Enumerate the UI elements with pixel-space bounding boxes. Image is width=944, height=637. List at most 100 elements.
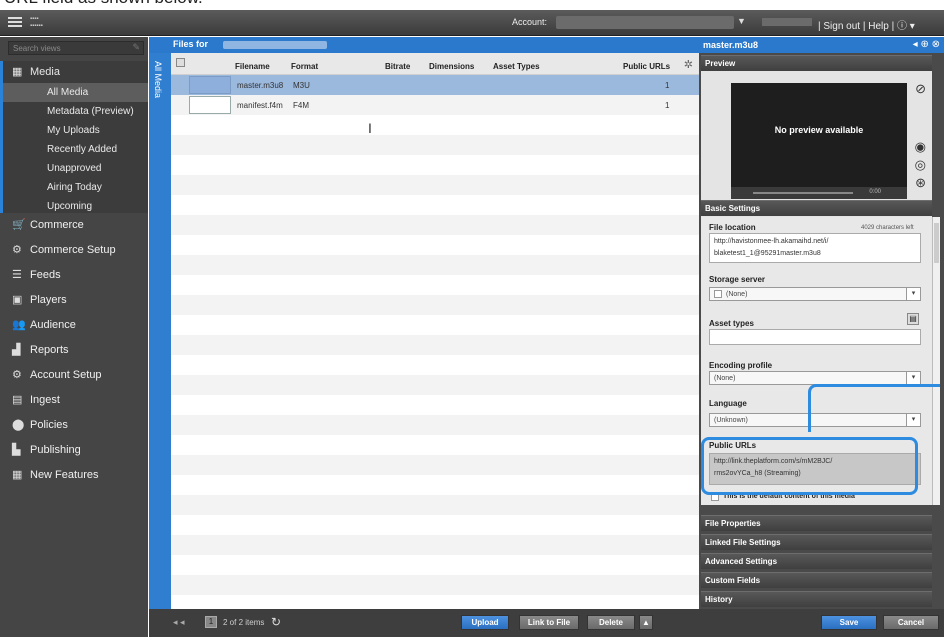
chevron-down-icon[interactable]: ▾	[906, 288, 920, 300]
account-dropdown-icon[interactable]: ▼	[737, 16, 746, 26]
select-all-checkbox[interactable]	[176, 58, 185, 67]
prev-page-icon[interactable]: ◂ ◂	[173, 617, 185, 628]
save-button[interactable]: Save	[821, 615, 877, 630]
cell-format: F4M	[293, 101, 309, 110]
sidebar-item-policies[interactable]: ⬤ Policies	[0, 413, 148, 438]
sidebar-subitem[interactable]: All Media	[3, 83, 148, 102]
asset-types-edit-icon[interactable]: ▤	[907, 313, 919, 325]
encoding-profile-label: Encoding profile	[709, 361, 773, 370]
table-row	[171, 555, 699, 575]
pager-info: 2 of 2 items	[223, 618, 265, 627]
table-row	[171, 295, 699, 315]
table-row	[171, 355, 699, 375]
link-to-file-button[interactable]: Link to File	[519, 615, 579, 630]
more-actions-icon[interactable]: ▲	[639, 615, 653, 630]
player-controls[interactable]: 0:00	[731, 187, 907, 199]
sidebar-subitem[interactable]: Recently Added	[3, 140, 148, 159]
panel-controls-icon[interactable]: ◂ ⊕ ⊗	[913, 39, 940, 50]
cancel-button[interactable]: Cancel	[883, 615, 939, 630]
row-thumbnail	[189, 96, 231, 114]
preview-section-header[interactable]: Preview	[701, 55, 932, 71]
sidebar-media-section: ▦ Media All Media Metadata (Preview) My Upl…	[0, 61, 148, 213]
cart-icon: 🛒	[12, 219, 26, 231]
sidebar-subitem[interactable]: Metadata (Preview)	[3, 102, 148, 121]
text-cursor-icon: I	[368, 120, 372, 136]
files-table: Filename Format Bitrate Dimensions Asset…	[171, 53, 699, 609]
features-icon: ▦	[12, 469, 23, 481]
sidebar-item-account-setup[interactable]: ⚙ Account Setup	[0, 363, 148, 388]
link-thumbnail-icon[interactable]: ⊛	[915, 175, 926, 191]
capture-icon[interactable]: ◉	[915, 139, 926, 155]
sidebar-item-audience[interactable]: 👥 Audience	[0, 313, 148, 338]
account-name	[223, 41, 327, 49]
page-number-input[interactable]: 1	[205, 616, 217, 628]
app-logo: ▪▪▪▪ ▪▪▪▪▪▪	[30, 16, 43, 29]
col-bitrate[interactable]: Bitrate	[385, 62, 410, 71]
section-header[interactable]: History	[701, 591, 932, 607]
upload-thumbnail-icon[interactable]: ◎	[915, 157, 926, 173]
col-asset-types[interactable]: Asset Types	[493, 62, 540, 71]
table-row	[171, 575, 699, 595]
seek-bar[interactable]	[753, 192, 853, 194]
col-public-urls[interactable]: Public URLs	[623, 62, 670, 71]
file-location-field[interactable]: http://havistonmee-lh.akamaihd.net/i/ bl…	[709, 233, 921, 263]
detail-title: master.m3u8 ◂ ⊕ ⊗	[699, 37, 944, 53]
row-thumbnail	[189, 76, 231, 94]
encoding-profile-select[interactable]: (None) ▾	[709, 371, 921, 385]
section-header[interactable]: Linked File Settings	[701, 534, 932, 550]
settings-scrollbar[interactable]	[932, 217, 940, 505]
edit-thumbnail-icon[interactable]: ⊘	[915, 81, 926, 97]
table-row	[171, 315, 699, 335]
storage-server-select[interactable]: (None) ▾	[709, 287, 921, 301]
storage-checkbox[interactable]	[714, 290, 722, 298]
hamburger-menu-icon[interactable]	[8, 15, 22, 29]
column-settings-icon[interactable]: ✲	[684, 58, 693, 71]
col-format[interactable]: Format	[291, 62, 318, 71]
table-row	[171, 495, 699, 515]
sidebar-subitem[interactable]: Unapproved	[3, 159, 148, 178]
player-time: 0:00	[869, 189, 881, 195]
sidebar-item-new-features[interactable]: ▦ New Features	[0, 463, 148, 488]
edit-icon[interactable]: ✎	[132, 42, 140, 53]
sidebar-item-feeds[interactable]: ☰ Feeds	[0, 263, 148, 288]
table-row	[171, 515, 699, 535]
section-header[interactable]: Advanced Settings	[701, 553, 932, 569]
sidebar-item-media[interactable]: ▦ Media	[3, 61, 148, 83]
basic-settings-header[interactable]: Basic Settings	[701, 200, 932, 216]
no-preview-text: No preview available	[774, 125, 864, 135]
sidebar-item-players[interactable]: ▣ Players	[0, 288, 148, 313]
refresh-icon[interactable]: ↻	[271, 615, 281, 629]
section-header[interactable]: Custom Fields	[701, 572, 932, 588]
sidebar-subitem[interactable]: My Uploads	[3, 121, 148, 140]
table-row[interactable]: master.m3u8 M3U 1	[171, 75, 699, 95]
section-header[interactable]: File Properties	[701, 515, 932, 531]
upload-button[interactable]: Upload	[461, 615, 509, 630]
sidebar-item-commerce[interactable]: 🛒 Commerce	[0, 213, 148, 238]
top-links[interactable]: | Sign out | Help | ⓘ ▾	[818, 17, 915, 32]
table-row	[171, 115, 699, 135]
table-row[interactable]: manifest.f4m F4M 1	[171, 95, 699, 115]
sidebar-item-ingest[interactable]: ▤ Ingest	[0, 388, 148, 413]
rss-icon: ☰	[12, 269, 22, 281]
chart-icon: ▟	[12, 344, 21, 356]
asset-types-field[interactable]	[709, 329, 921, 345]
sidebar-item-reports[interactable]: ▟ Reports	[0, 338, 148, 363]
chevron-down-icon[interactable]: ▾	[906, 372, 920, 384]
sidebar-subitem[interactable]: Airing Today	[3, 178, 148, 197]
col-filename[interactable]: Filename	[235, 62, 270, 71]
sidebar-item-commerce-setup[interactable]: ⚙ Commerce Setup	[0, 238, 148, 263]
sidebar-item-publishing[interactable]: ▙ Publishing	[0, 438, 148, 463]
tab-all-media[interactable]: All Media	[149, 53, 171, 609]
table-row	[171, 215, 699, 235]
delete-button[interactable]: Delete	[587, 615, 635, 630]
table-row	[171, 195, 699, 215]
public-urls-callout	[701, 437, 918, 495]
video-player[interactable]: No preview available 0:00	[731, 83, 907, 199]
chars-left: 4029 characters left	[861, 225, 914, 231]
account-selector[interactable]	[556, 16, 734, 29]
user-name	[762, 18, 812, 26]
ingest-icon: ▤	[12, 394, 23, 406]
cell-public-urls: 1	[665, 101, 670, 110]
col-dimensions[interactable]: Dimensions	[429, 62, 474, 71]
search-views-input[interactable]: Search views ✎	[8, 41, 144, 55]
